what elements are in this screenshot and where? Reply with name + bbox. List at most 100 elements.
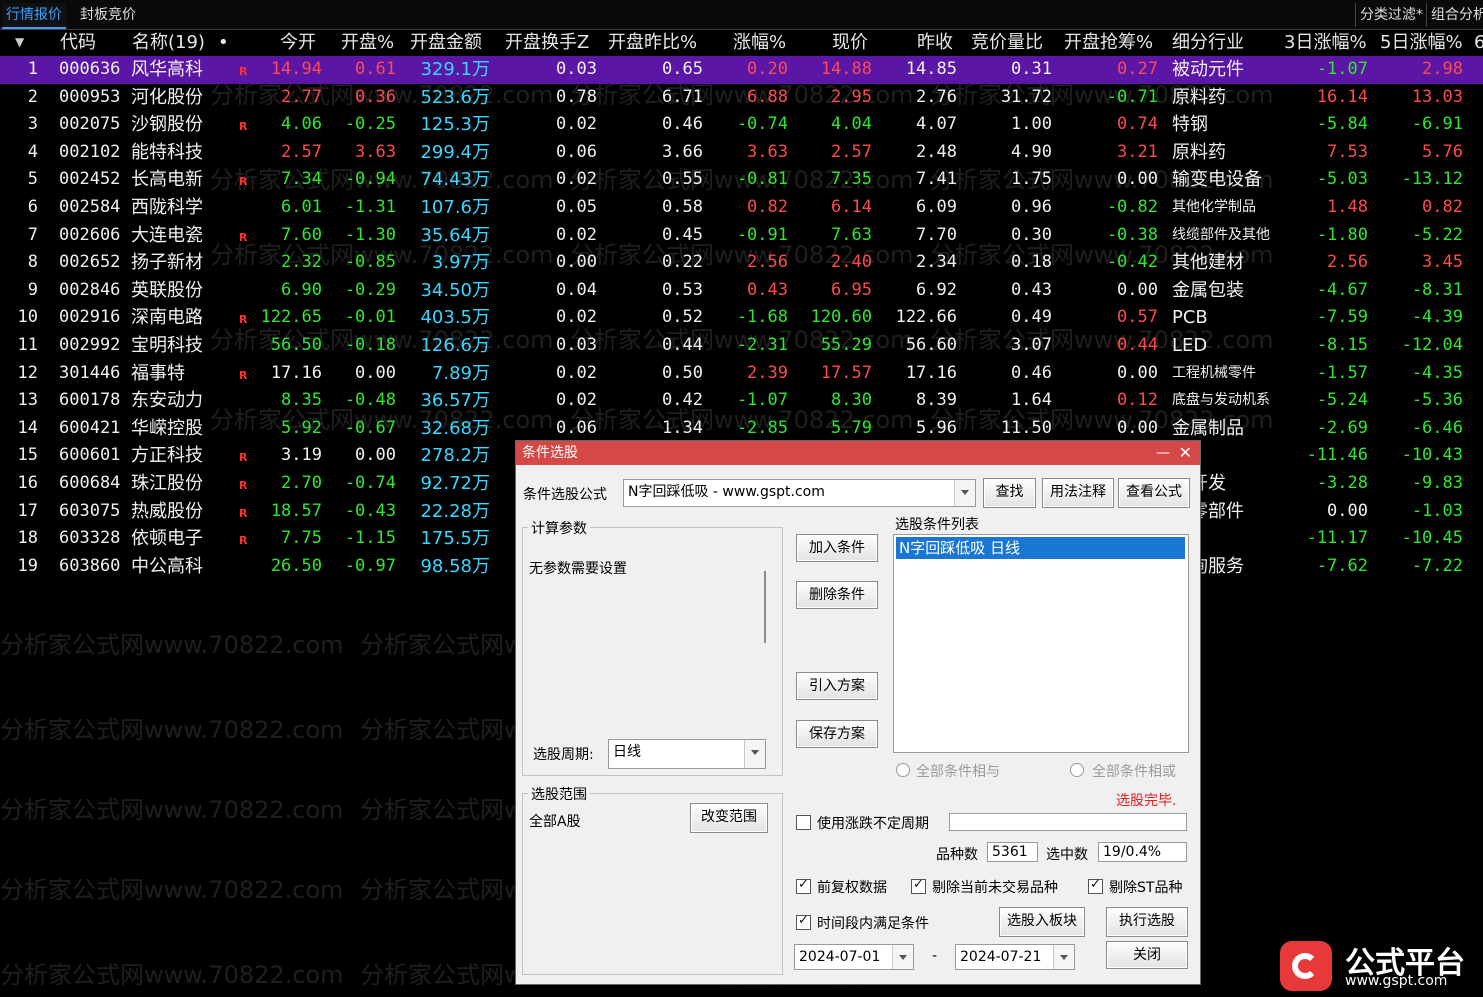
radio-all-or[interactable]	[1070, 763, 1084, 777]
exclude-untraded-checkbox[interactable]	[911, 877, 926, 894]
5day-change: 2.98	[1422, 59, 1463, 79]
change-scope-button[interactable]: 改变范围	[690, 803, 768, 833]
col-change-pct[interactable]: 涨幅%	[733, 29, 786, 56]
sort-arrow-icon[interactable]: ▼	[15, 29, 24, 56]
date-to-picker[interactable]: 2024-07-21	[955, 944, 1075, 970]
open-prev-ratio: 0.52	[662, 307, 703, 328]
time-range-checkbox[interactable]	[796, 913, 811, 930]
table-row[interactable]: 6 002584 西陇科学 6.01 -1.31 107.6万 0.05 0.58 0.82 6.…	[0, 194, 1483, 222]
view-formula-button[interactable]: 查看公式	[1118, 478, 1190, 508]
current-price: 17.57	[820, 362, 872, 383]
category-filter-button[interactable]: 分类过滤*	[1355, 3, 1423, 27]
col-more[interactable]: 6	[1474, 29, 1483, 56]
delete-condition-button[interactable]: 删除条件	[796, 581, 878, 609]
table-row[interactable]: 14 600421 华嵘控股 5.92 -0.67 32.68万 0.06 1.34 -2.85…	[0, 415, 1483, 443]
close-button[interactable]: 关闭	[1106, 941, 1188, 969]
table-row[interactable]: 9 002846 英联股份 6.90 -0.29 34.50万 0.04 0.53 0.43 6.…	[0, 277, 1483, 305]
change-pct: -2.31	[736, 335, 788, 355]
period-select[interactable]: 日线	[608, 739, 766, 769]
col-price[interactable]: 现价	[832, 29, 868, 56]
table-row[interactable]: 5 002452 长高电新 7.34 -0.94 74.43万 0.02 0.55 -0.81 7…	[0, 166, 1483, 194]
table-row[interactable]: 8 002652 扬子新材 2.32 -0.85 3.97万 0.00 0.22 2.56 2.4…	[0, 249, 1483, 277]
col-open-grab[interactable]: 开盘抢筹%	[1064, 29, 1153, 56]
table-row[interactable]: 11 002992 宝明科技 56.50 -0.18 126.6万 0.03 0.44 -2.3…	[0, 332, 1483, 360]
watermark-text: 分析家公式网www.70822.com	[0, 716, 344, 744]
close-icon[interactable]: ✕	[1179, 441, 1192, 465]
stock-code: 002916	[59, 307, 121, 328]
open-amount: 35.64万	[420, 224, 490, 246]
table-row[interactable]: 1 000636 风华高科 14.94 0.61 329.1万 0.03 0.65 0.20 14…	[0, 56, 1483, 84]
stock-code: 002075	[59, 114, 121, 135]
3day-change: -5.24	[1316, 390, 1368, 411]
add-to-block-button[interactable]: 选股入板块	[999, 907, 1085, 937]
stock-code: 600684	[59, 473, 121, 493]
col-open-amount[interactable]: 开盘金额	[410, 29, 482, 56]
table-row[interactable]: 10 002916 深南电路 122.65 -0.01 403.5万 0.02 0.52 -1.…	[0, 304, 1483, 332]
col-name[interactable]: 名称(19)	[132, 29, 205, 56]
stock-name: 深南电路	[131, 307, 203, 329]
forward-adjust-checkbox[interactable]	[796, 877, 811, 894]
table-row[interactable]: 2 000953 河化股份 2.77 0.36 523.6万 0.78 6.71 6.88 2.9…	[0, 84, 1483, 112]
condition-list[interactable]: N字回踩低吸 日线	[893, 534, 1189, 753]
col-open-pct[interactable]: 开盘%	[341, 29, 394, 56]
date-separator: -	[932, 948, 938, 964]
chevron-down-icon[interactable]	[954, 480, 975, 506]
params-group-label: 计算参数	[528, 518, 590, 538]
usage-notes-button[interactable]: 用法注释	[1042, 478, 1114, 508]
tab-limit-auction[interactable]: 封板竞价	[76, 3, 140, 27]
col-open-prev-ratio[interactable]: 开盘昨比%	[608, 29, 697, 56]
col-volume-ratio[interactable]: 竞价量比	[971, 29, 1043, 56]
minimize-icon[interactable]: —	[1156, 441, 1170, 465]
run-selection-button[interactable]: 执行选股	[1106, 907, 1188, 937]
col-prev-close[interactable]: 昨收	[917, 29, 953, 56]
margin-trading-badge: R	[239, 479, 248, 492]
3day-change: -1.80	[1316, 224, 1368, 245]
table-row[interactable]: 12 301446 福事特 17.16 0.00 7.89万 0.02 0.50 2.39 17.…	[0, 360, 1483, 388]
volume-ratio: 1.75	[1011, 169, 1052, 190]
stock-code: 002652	[59, 252, 121, 273]
open-amount: 403.5万	[420, 307, 490, 329]
import-plan-button[interactable]: 引入方案	[796, 672, 878, 700]
date-from-picker[interactable]: 2024-07-01	[794, 944, 914, 970]
table-row[interactable]: 4 002102 能特科技 2.57 3.63 299.4万 0.06 3.66 3.63 2.5…	[0, 139, 1483, 167]
scope-value: 全部A股	[529, 814, 581, 830]
irregular-period-checkbox[interactable]	[796, 815, 811, 830]
period-chevron-down-icon[interactable]	[744, 740, 765, 768]
irregular-period-input[interactable]	[949, 813, 1187, 831]
formula-select[interactable]: N字回踩低吸 - www.gspt.com	[623, 479, 976, 507]
table-row[interactable]: 13 600178 东安动力 8.35 -0.48 36.57万 0.02 0.42 -1.07…	[0, 387, 1483, 415]
open-pct: -0.18	[344, 335, 396, 355]
table-row[interactable]: 3 002075 沙钢股份 4.06 -0.25 125.3万 0.02 0.46 -0.74 4…	[0, 111, 1483, 139]
industry: 底盘与发动机系	[1172, 392, 1270, 409]
exclude-st-checkbox[interactable]	[1088, 877, 1103, 894]
date-from-chevron-down-icon[interactable]	[892, 945, 913, 969]
save-plan-button[interactable]: 保存方案	[796, 720, 878, 748]
prev-close: 2.34	[916, 252, 957, 273]
row-index: 17	[17, 500, 38, 521]
radio-all-and[interactable]	[896, 763, 910, 777]
col-5day-change[interactable]: 5日涨幅%	[1380, 29, 1463, 56]
col-open-turnover[interactable]: 开盘换手Z	[505, 29, 589, 56]
col-open[interactable]: 今开	[280, 29, 316, 56]
tab-market-quotes[interactable]: 行情报价	[2, 3, 66, 29]
open-grab: 3.21	[1117, 141, 1158, 162]
5day-change: 5.76	[1422, 141, 1463, 162]
col-code[interactable]: 代码	[60, 29, 96, 56]
open-amount: 299.4万	[420, 141, 490, 163]
open-amount: 32.68万	[420, 417, 490, 439]
date-to-chevron-down-icon[interactable]	[1053, 945, 1074, 969]
col-industry[interactable]: 细分行业	[1172, 29, 1244, 56]
table-row[interactable]: 7 002606 大连电瓷 7.60 -1.30 35.64万 0.02 0.45 -0.91 7…	[0, 222, 1483, 250]
current-price: 6.14	[831, 197, 872, 217]
dialog-titlebar[interactable]: 条件选股 — ✕	[516, 441, 1200, 465]
condition-list-item[interactable]: N字回踩低吸 日线	[896, 537, 1185, 559]
3day-change: -11.17	[1306, 528, 1368, 549]
col-3day-change[interactable]: 3日涨幅%	[1284, 29, 1367, 56]
portfolio-analysis-button[interactable]: 组合分析	[1426, 3, 1483, 27]
open-pct: 0.61	[355, 59, 396, 79]
stock-code: 600421	[59, 417, 121, 438]
params-scrollbar[interactable]	[764, 571, 766, 643]
find-button[interactable]: 查找	[983, 478, 1036, 508]
add-condition-button[interactable]: 加入条件	[796, 534, 878, 562]
industry: 金属包装	[1172, 279, 1244, 301]
